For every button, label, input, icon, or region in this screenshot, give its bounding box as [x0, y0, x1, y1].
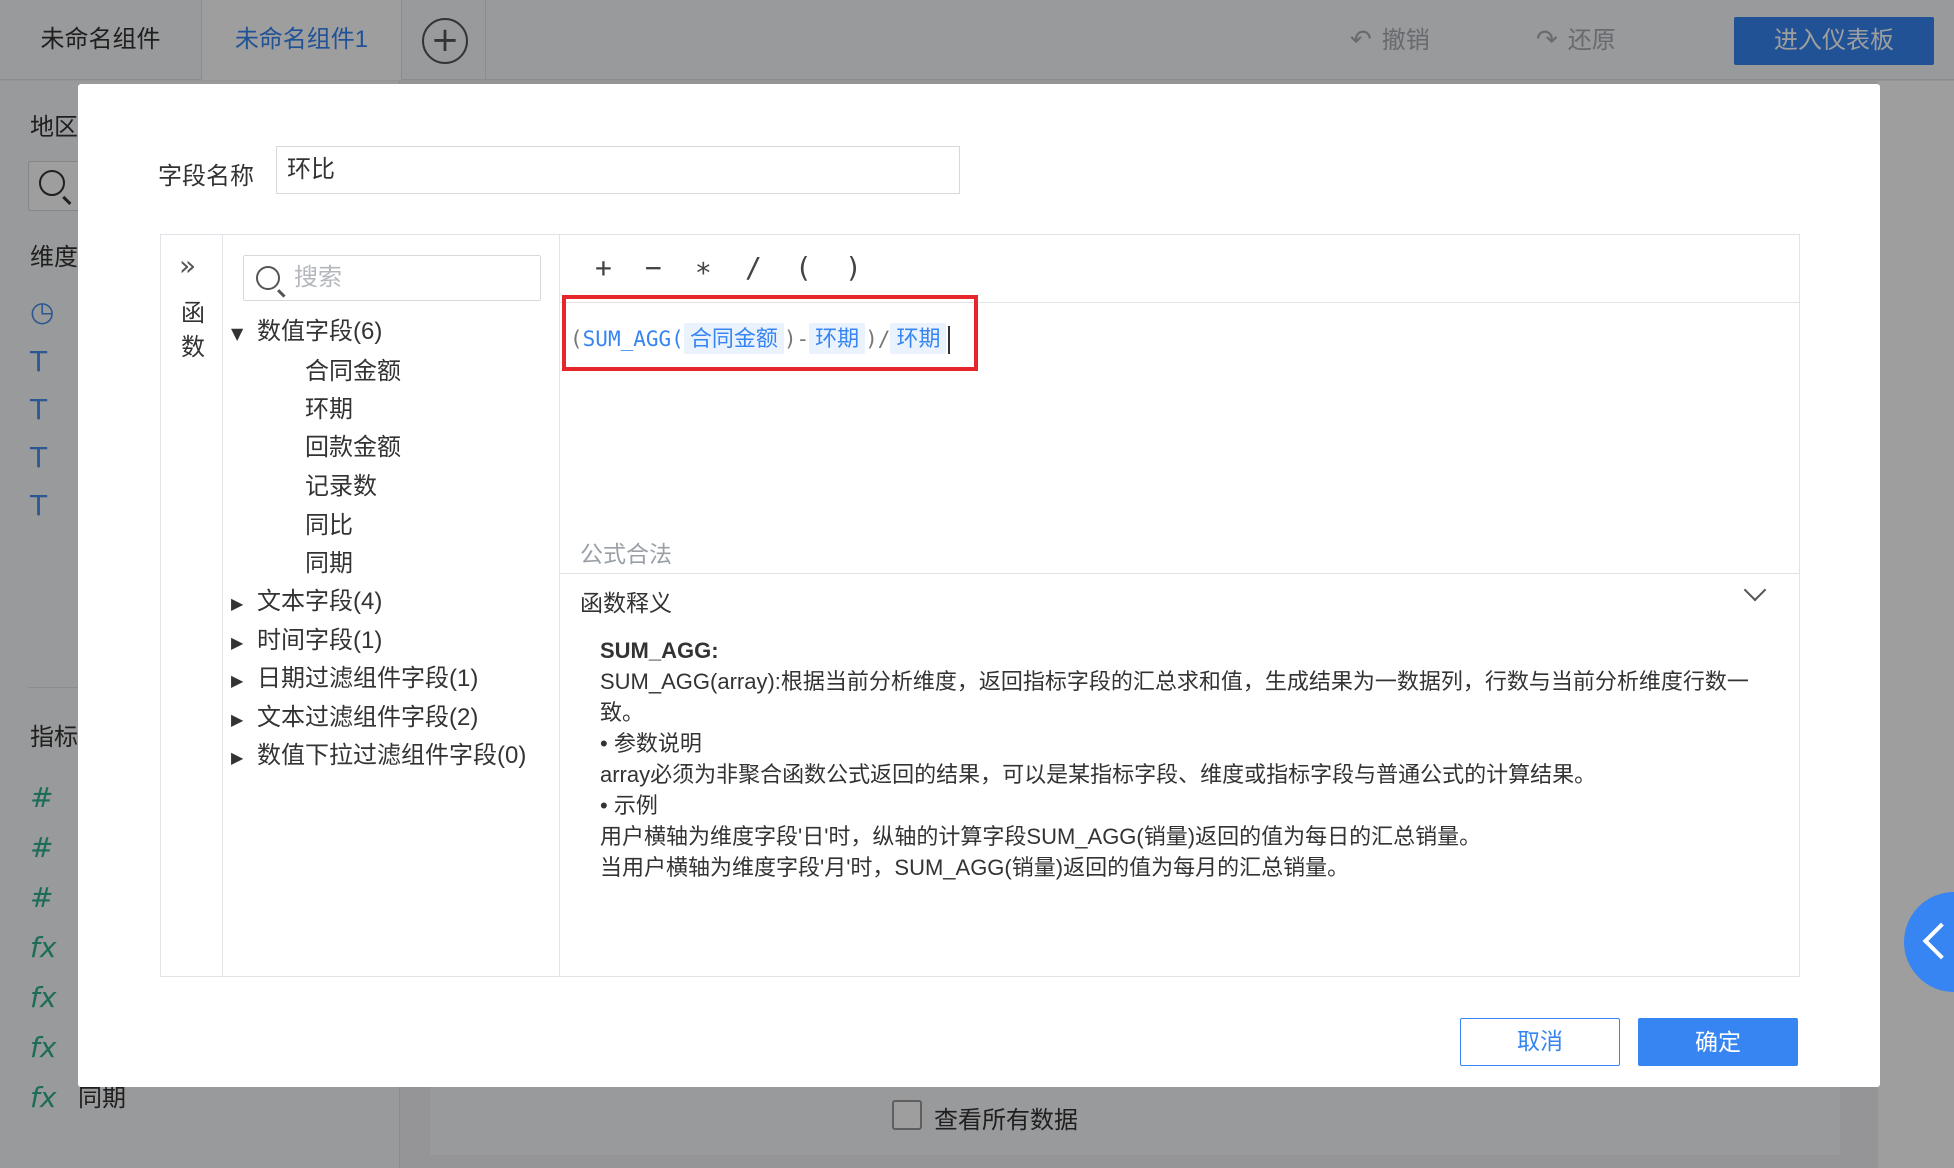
function-name: SUM_AGG:	[600, 638, 719, 663]
tree-group-time[interactable]: ▶ 时间字段(1)	[231, 620, 382, 655]
param-header: • 参数说明	[600, 731, 702, 756]
tree-group-label: 时间字段(1)	[257, 627, 383, 654]
example-line: 用户横轴为维度字段'日'时，纵轴的计算字段SUM_AGG(销量)返回的值为每日的…	[600, 824, 1482, 849]
caret-right-icon: ▶	[231, 671, 244, 690]
minus-operator-button[interactable]: −	[645, 251, 662, 284]
formula-validity-text: 公式合法	[580, 541, 672, 567]
tree-group-numeric[interactable]: ▼ 数值字段(6)	[231, 311, 382, 346]
example-line: 当用户横轴为维度字段'月'时，SUM_AGG(销量)返回的值为每月的汇总销量。	[600, 855, 1350, 880]
field-item[interactable]: 同期	[305, 543, 353, 578]
tree-group-label: 文本过滤组件字段(2)	[257, 704, 479, 731]
caret-right-icon: ▶	[231, 748, 244, 767]
close-paren-button[interactable]: )	[845, 251, 862, 284]
function-label: 函数	[181, 300, 205, 361]
tree-group-text[interactable]: ▶ 文本字段(4)	[231, 581, 382, 616]
field-name-input[interactable]: 环比	[276, 146, 960, 194]
field-item[interactable]: 记录数	[305, 466, 377, 501]
field-item[interactable]: 回款金额	[305, 427, 401, 462]
function-panel-toggle[interactable]: » 函数	[161, 235, 223, 976]
tree-group-date-filter[interactable]: ▶ 日期过滤组件字段(1)	[231, 658, 478, 693]
caret-right-icon: ▶	[231, 633, 244, 652]
tree-group-label: 数值字段(6)	[257, 318, 383, 345]
tree-group-label: 文本字段(4)	[257, 588, 383, 615]
field-item[interactable]: 合同金额	[305, 351, 401, 386]
calculated-field-dialog: 字段名称 环比 » 函数 ▼ 数值字段(6) 合同金额 环期 回款金额 记录数 同…	[78, 84, 1880, 1087]
caret-right-icon: ▶	[231, 594, 244, 613]
field-list-panel: ▼ 数值字段(6) 合同金额 环期 回款金额 记录数 同比 同期 ▶ 文本字段(4)…	[223, 235, 560, 976]
open-paren-button[interactable]: (	[795, 251, 812, 284]
field-item[interactable]: 同比	[305, 505, 353, 540]
chevron-left-icon	[1922, 922, 1954, 960]
tree-group-text-filter[interactable]: ▶ 文本过滤组件字段(2)	[231, 697, 478, 732]
function-description-header[interactable]: 函数释义	[560, 573, 1799, 623]
field-search-box[interactable]	[243, 255, 541, 301]
search-icon	[256, 266, 280, 290]
cancel-button[interactable]: 取消	[1460, 1018, 1620, 1066]
operator-toolbar: + − ∗ / ( )	[560, 235, 1799, 303]
field-item[interactable]: 环期	[305, 389, 353, 424]
tree-group-label: 数值下拉过滤组件字段(0)	[257, 742, 527, 769]
caret-down-icon: ▼	[231, 324, 244, 343]
field-search-input[interactable]	[294, 260, 524, 296]
function-description-title: 函数释义	[580, 590, 672, 616]
example-header: • 示例	[600, 793, 658, 818]
plus-operator-button[interactable]: +	[595, 251, 612, 284]
double-chevron-right-icon[interactable]: »	[179, 249, 196, 282]
divide-operator-button[interactable]: /	[745, 251, 762, 284]
field-name-label: 字段名称	[158, 163, 254, 190]
param-text: array必须为非聚合函数公式返回的结果，可以是某指标字段、维度或指标字段与普通…	[600, 762, 1597, 787]
annotation-highlight-box	[562, 295, 978, 371]
function-description-body: SUM_AGG: SUM_AGG(array):根据当前分析维度，返回指标字段的…	[600, 635, 1750, 883]
confirm-button[interactable]: 确定	[1638, 1018, 1798, 1066]
caret-right-icon: ▶	[231, 710, 244, 729]
tree-group-numeric-dropdown-filter[interactable]: ▶ 数值下拉过滤组件字段(0)	[231, 735, 526, 770]
tree-group-label: 日期过滤组件字段(1)	[257, 665, 479, 692]
multiply-operator-button[interactable]: ∗	[695, 251, 712, 284]
formula-area: + − ∗ / ( ) (SUM_AGG(合同金额)- 环期)/环期 公式合法 函…	[560, 235, 1799, 976]
function-summary: SUM_AGG(array):根据当前分析维度，返回指标字段的汇总求和值，生成结…	[600, 669, 1749, 725]
formula-editor: » 函数 ▼ 数值字段(6) 合同金额 环期 回款金额 记录数 同比 同期 ▶ 文本…	[160, 234, 1800, 977]
chevron-down-icon[interactable]	[1743, 578, 1767, 602]
